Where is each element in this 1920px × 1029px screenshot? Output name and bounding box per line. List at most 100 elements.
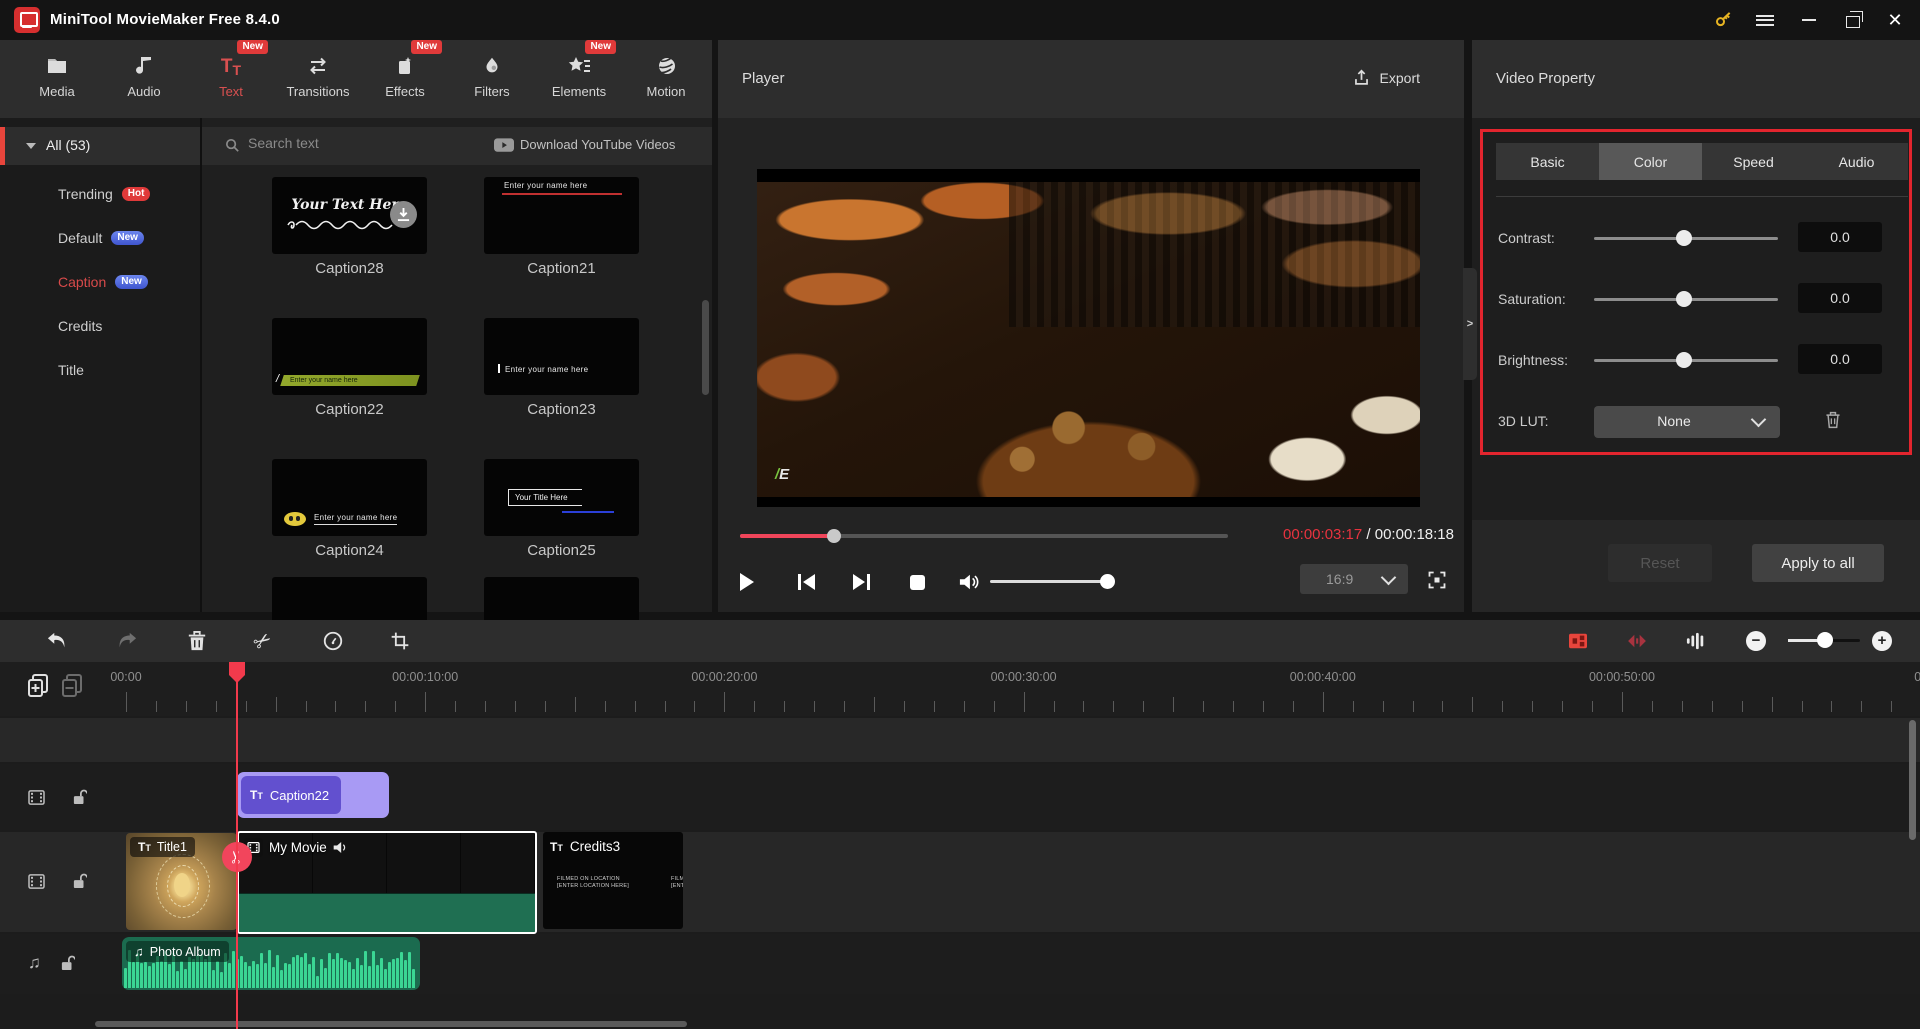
seek-thumb[interactable] (827, 529, 841, 543)
tab-audio[interactable]: Audio (101, 48, 187, 112)
contrast-slider[interactable] (1594, 237, 1778, 240)
slider-thumb[interactable] (1676, 291, 1692, 307)
slider-thumb[interactable] (1676, 352, 1692, 368)
tab-transitions[interactable]: Transitions (275, 48, 361, 112)
sidebar-item-caption[interactable]: Caption New (58, 271, 148, 293)
minimize-button[interactable] (1792, 6, 1826, 34)
zoom-thumb[interactable] (1817, 632, 1833, 648)
tab-media[interactable]: Media (14, 48, 100, 112)
lut-dropdown[interactable]: None (1594, 406, 1780, 438)
sidebar-item-default[interactable]: Default New (58, 227, 144, 249)
seek-bar[interactable] (740, 534, 1228, 538)
tab-filters[interactable]: Filters (449, 48, 535, 112)
maximize-button[interactable] (1836, 8, 1870, 36)
media-folder-icon (14, 48, 100, 78)
video-preview[interactable]: /E (757, 169, 1420, 507)
sidebar-item-credits[interactable]: Credits (58, 315, 102, 337)
audio-level-icon[interactable] (1682, 628, 1710, 654)
tab-text[interactable]: New TT Text (188, 48, 274, 112)
total-time: 00:00:18:18 (1375, 526, 1454, 543)
volume-icon[interactable] (952, 566, 986, 598)
fullscreen-button[interactable] (1420, 564, 1454, 596)
crop-button[interactable] (386, 628, 414, 654)
template-card[interactable]: Your Title Here Caption25 (484, 459, 639, 559)
detach-audio-icon[interactable] (1623, 628, 1651, 654)
clip-volume-icon (333, 841, 348, 854)
delete-button[interactable] (183, 628, 211, 654)
hot-badge: Hot (122, 187, 151, 201)
tab-basic[interactable]: Basic (1496, 143, 1599, 180)
close-button[interactable]: ✕ (1878, 6, 1912, 34)
previous-frame-button[interactable] (790, 566, 824, 598)
tab-motion[interactable]: Motion (623, 48, 709, 112)
tab-elements[interactable]: New Elements (536, 48, 622, 112)
aspect-ratio-select[interactable]: 16:9 (1300, 564, 1408, 594)
category-all-header[interactable]: All (53) (0, 127, 200, 165)
track-manager-icon[interactable] (1564, 628, 1592, 654)
play-button[interactable] (730, 566, 764, 598)
property-panel-header: Video Property (1472, 40, 1920, 118)
speed-button[interactable] (319, 628, 347, 654)
ruler-time-label: 00:00:30:00 (991, 670, 1057, 684)
volume-slider[interactable] (990, 580, 1112, 583)
tab-color[interactable]: Color (1599, 143, 1702, 180)
library-scrollbar[interactable] (702, 300, 709, 395)
lock-open-icon[interactable] (73, 873, 87, 889)
template-thumbnail: Enter your name here (484, 177, 639, 254)
download-youtube-button[interactable]: Download YouTube Videos (520, 137, 675, 152)
tab-audio[interactable]: Audio (1805, 143, 1908, 180)
template-card[interactable]: / Enter your name here Caption22 (272, 318, 427, 418)
template-card[interactable]: Enter your name here Caption23 (484, 318, 639, 418)
apply-to-all-button[interactable]: Apply to all (1752, 544, 1884, 582)
lock-open-icon[interactable] (73, 789, 87, 805)
timeline-clip-caption22[interactable]: TT Caption22 (237, 772, 389, 818)
volume-thumb[interactable] (1100, 574, 1115, 589)
add-track-icon[interactable] (28, 674, 50, 698)
timeline-clip-title1[interactable]: TT Title1 (126, 833, 237, 930)
timeline-clip-photo-album[interactable]: ♫ Photo Album (122, 937, 420, 990)
search-input[interactable] (246, 134, 450, 152)
saturation-slider[interactable] (1594, 298, 1778, 301)
download-icon[interactable] (390, 201, 417, 228)
reset-button[interactable]: Reset (1608, 544, 1712, 582)
sidebar-item-title[interactable]: Title (58, 359, 84, 381)
brightness-label: Brightness: (1498, 352, 1568, 368)
export-button[interactable]: Export (1352, 68, 1420, 87)
timeline-clip-my-movie[interactable]: My Movie (237, 831, 537, 934)
saturation-value[interactable]: 0.0 (1798, 283, 1882, 313)
time-display: 00:00:03:17 / 00:00:18:18 (1283, 526, 1454, 543)
brightness-value[interactable]: 0.0 (1798, 344, 1882, 374)
menu-icon[interactable] (1748, 6, 1782, 34)
slider-thumb[interactable] (1676, 230, 1692, 246)
tab-effects[interactable]: New Effects (362, 48, 448, 112)
template-card[interactable]: Your Text Here Caption28 (272, 177, 427, 277)
timeline-vertical-scrollbar[interactable] (1909, 720, 1916, 840)
lut-delete-icon[interactable] (1824, 410, 1842, 430)
timeline-zoom-slider[interactable] (1788, 639, 1860, 642)
timeline-ruler[interactable]: 00:0000:00:10:0000:00:20:0000:00:30:0000… (0, 662, 1920, 716)
tab-speed[interactable]: Speed (1702, 143, 1805, 180)
template-card[interactable]: Enter your name here Caption24 (272, 459, 427, 559)
undo-button[interactable] (43, 628, 71, 654)
template-card[interactable]: Enter your name here Caption21 (484, 177, 639, 277)
zoom-out-button[interactable]: − (1742, 628, 1770, 654)
redo-button[interactable] (113, 628, 141, 654)
video-property-panel: > Basic Color Speed Audio Contrast: 0.0 … (1472, 118, 1920, 612)
license-key-icon[interactable] (1706, 6, 1740, 34)
cursor-decor (498, 364, 500, 373)
film-track-icon (28, 790, 45, 805)
timeline-clip-credits3[interactable]: TT Credits3 FILMED ON LOCATION [ENTER LO… (543, 832, 683, 929)
sidebar-item-trending[interactable]: Trending Hot (58, 183, 150, 205)
zoom-in-button[interactable]: + (1868, 628, 1896, 654)
lock-open-icon[interactable] (61, 955, 75, 971)
stop-button[interactable] (900, 566, 934, 598)
contrast-value[interactable]: 0.0 (1798, 222, 1882, 252)
brightness-slider[interactable] (1594, 359, 1778, 362)
timeline-horizontal-scrollbar[interactable] (95, 1021, 687, 1027)
remove-track-icon[interactable] (62, 674, 84, 698)
playhead[interactable] (236, 662, 238, 1029)
split-scissors-button[interactable]: ✂ (249, 628, 277, 654)
next-frame-button[interactable] (844, 566, 878, 598)
panel-collapse-handle[interactable]: > (1463, 268, 1477, 380)
text-new-badge: New (237, 40, 268, 54)
